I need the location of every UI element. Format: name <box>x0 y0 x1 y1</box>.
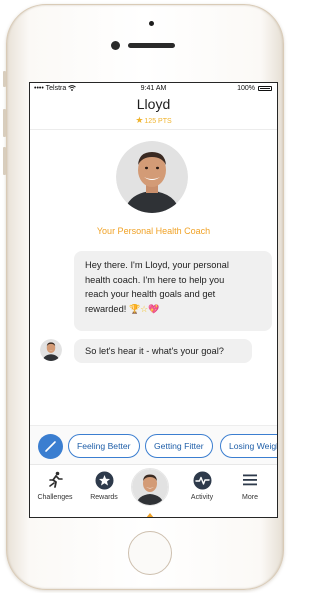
status-bar: •••• Telstra 9:41 AM 100% <box>30 83 277 95</box>
mute-switch <box>3 71 6 87</box>
coach-subtitle: Your Personal Health Coach <box>96 226 211 236</box>
header-divider <box>30 129 277 130</box>
trophy-icon: 🏆 <box>128 303 141 314</box>
battery-percent: 100% <box>237 85 255 92</box>
heart-icon: 💖 <box>148 303 160 314</box>
points-label: 125 PTS <box>144 118 172 125</box>
tab-challenges[interactable]: Challenges <box>31 469 79 501</box>
star-badge-icon <box>95 471 113 489</box>
coach-chat-avatar <box>40 339 62 361</box>
tab-rewards[interactable]: Rewards <box>80 469 128 501</box>
quick-reply-losing-weight[interactable]: Losing Weight <box>220 434 277 458</box>
proximity-sensor <box>149 21 154 26</box>
coach-avatar[interactable] <box>116 141 188 213</box>
runner-icon <box>49 471 63 488</box>
volume-down-button <box>3 147 6 175</box>
phone-screen: •••• Telstra 9:41 AM 100% Lloyd ★125 PTS… <box>29 82 278 518</box>
message-line: rewarded! 🏆☆💖 <box>85 302 264 317</box>
tab-label: Challenges <box>37 494 73 501</box>
volume-up-button <box>3 109 6 137</box>
star-icon: ★ <box>135 115 144 125</box>
earpiece-speaker <box>128 43 175 48</box>
battery-icon <box>258 86 272 91</box>
message-line: Hey there. I'm Lloyd, your personal <box>85 260 229 270</box>
active-tab-indicator <box>146 513 154 517</box>
compose-button[interactable] <box>38 434 63 459</box>
tab-activity[interactable]: Activity <box>178 469 226 501</box>
chat-bubble-question: So let's hear it - what's your goal? <box>74 339 252 363</box>
chat-bubble-intro: Hey there. I'm Lloyd, your personal heal… <box>74 251 272 331</box>
message-line: reach your health goals and get <box>85 289 216 299</box>
tab-coach-avatar[interactable] <box>131 468 169 506</box>
points-badge[interactable]: ★125 PTS <box>30 115 277 126</box>
coach-name-title: Lloyd <box>136 96 171 112</box>
tab-label: More <box>242 494 258 501</box>
pencil-icon <box>45 441 56 452</box>
tab-label: Activity <box>190 494 214 501</box>
quick-reply-bar: Feeling Better Getting Fitter Losing Wei… <box>30 425 277 464</box>
star-icon: ☆ <box>140 303 149 314</box>
quick-reply-getting-fitter[interactable]: Getting Fitter <box>145 434 213 458</box>
tab-bar: Challenges Rewards Activity More <box>30 464 277 517</box>
pulse-icon <box>193 471 211 489</box>
front-camera <box>111 41 120 50</box>
message-line: health coach. I'm here to help you <box>85 274 225 285</box>
tab-label: Rewards <box>90 494 118 501</box>
quick-reply-feeling-better[interactable]: Feeling Better <box>68 434 140 458</box>
menu-icon <box>243 474 257 486</box>
tab-more[interactable]: More <box>226 469 274 501</box>
home-button[interactable] <box>128 531 172 575</box>
